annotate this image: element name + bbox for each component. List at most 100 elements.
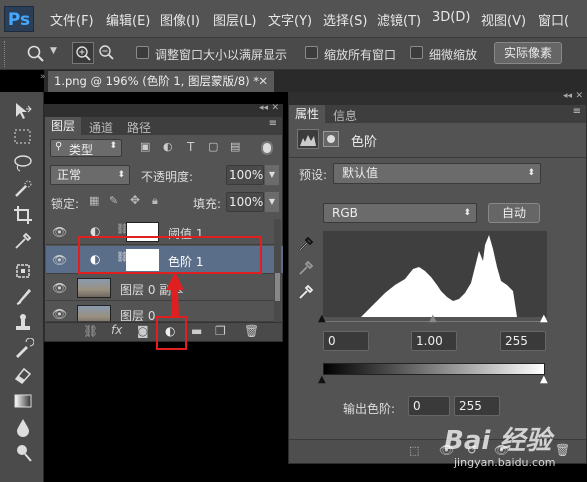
input-black-field[interactable]: 0 — [323, 331, 369, 351]
zoom-out-icon — [99, 45, 114, 60]
brush-tool-icon[interactable] — [12, 286, 34, 308]
panel-close-icon[interactable]: ✕ — [575, 91, 583, 101]
tab-channels[interactable]: 通道 — [89, 119, 113, 136]
healing-brush-tool-icon[interactable] — [12, 260, 34, 282]
menu-type[interactable]: 文字(Y) — [268, 10, 312, 29]
menu-filter[interactable]: 滤镜(T) — [377, 10, 421, 29]
opacity-input[interactable]: 100% — [226, 165, 264, 185]
fill-input[interactable]: 100% — [226, 192, 264, 212]
input-white-field[interactable]: 255 — [500, 331, 546, 351]
levels-adjustment-icon[interactable] — [297, 129, 319, 149]
quick-selection-tool-icon[interactable] — [12, 178, 34, 200]
lock-image-icon[interactable]: ✎ — [109, 194, 118, 207]
filter-pixel-icon[interactable]: ▣ — [140, 140, 150, 153]
zoom-tool-icon[interactable] — [26, 44, 46, 64]
output-black-slider-icon[interactable]: ▲ — [318, 374, 326, 385]
auto-button[interactable]: 自动 — [488, 203, 540, 223]
visibility-eye-icon[interactable]: 👁︎ — [52, 281, 67, 295]
scrollbar-thumb[interactable] — [275, 273, 280, 301]
preset-select[interactable]: 默认值 ⬍ — [333, 163, 541, 184]
visibility-eye-icon[interactable]: 👁︎ — [52, 225, 67, 239]
gray-point-eyedropper-icon[interactable] — [297, 259, 315, 277]
clone-stamp-tool-icon[interactable] — [12, 312, 34, 334]
layer-filter-select[interactable]: ⚲ 类型 ⬍ — [50, 139, 122, 157]
lock-all-icon[interactable]: 🔒︎ — [152, 194, 158, 208]
zoom-out-button[interactable] — [96, 42, 118, 64]
output-black-field[interactable]: 0 — [408, 396, 450, 416]
reset-icon[interactable]: ↺ — [467, 443, 477, 457]
tab-layers[interactable]: 图层 — [45, 117, 81, 135]
actual-pixels-button[interactable]: 实际像素 — [494, 42, 562, 64]
input-black-slider-icon[interactable]: ▲ — [318, 313, 326, 324]
zoom-in-button[interactable] — [72, 42, 94, 64]
layer-thumbnail — [77, 305, 111, 321]
dodge-tool-icon[interactable] — [12, 442, 34, 464]
filter-smart-object-icon[interactable]: ▤ — [230, 140, 240, 153]
fill-dropdown-icon[interactable]: ▼ — [265, 192, 279, 212]
input-white-slider-icon[interactable]: ▲ — [540, 313, 548, 324]
document-tab[interactable]: 1.png @ 196% (色阶 1, 图层蒙版/8) * ✕ — [48, 71, 274, 92]
scrubby-zoom-checkbox[interactable] — [410, 46, 423, 59]
visibility-eye-icon[interactable]: 👁︎ — [52, 253, 67, 267]
blend-mode-select[interactable]: 正常 ⬍ — [50, 165, 130, 185]
menu-select[interactable]: 选择(S) — [323, 10, 367, 29]
filter-toggle[interactable] — [261, 141, 273, 155]
tab-properties[interactable]: 属性 — [289, 105, 325, 123]
menu-3d[interactable]: 3D(D) — [432, 10, 470, 25]
panel-collapse-icon[interactable]: ◂◂ — [259, 103, 268, 113]
menu-edit[interactable]: 编辑(E) — [106, 10, 150, 29]
delete-layer-icon[interactable]: 🗑︎ — [244, 324, 259, 338]
visibility-eye-icon[interactable]: 👁︎ — [52, 307, 67, 321]
panel-close-icon[interactable]: ✕ — [271, 103, 279, 113]
menu-layer[interactable]: 图层(L) — [213, 10, 256, 29]
fit-window-checkbox[interactable] — [136, 46, 149, 59]
menu-window[interactable]: 窗口( — [538, 10, 569, 29]
new-layer-icon[interactable]: ❐ — [215, 324, 226, 338]
layer-style-icon[interactable]: fx — [111, 323, 122, 337]
crop-tool-icon[interactable] — [12, 204, 34, 226]
eyedropper-tool-icon[interactable] — [12, 230, 34, 252]
output-white-slider-icon[interactable]: ▲ — [540, 374, 548, 385]
lasso-tool-icon[interactable] — [12, 152, 34, 174]
lock-transparent-icon[interactable]: ▦ — [89, 194, 99, 207]
output-white-field[interactable]: 255 — [454, 396, 500, 416]
move-tool-icon[interactable] — [12, 100, 34, 122]
output-levels-label: 输出色阶: — [343, 402, 396, 416]
collapse-toolbar-icon[interactable]: » — [40, 72, 46, 82]
filter-adjustment-icon[interactable]: ◐ — [163, 140, 173, 153]
tool-preset-chevron-icon[interactable]: ▼ — [50, 46, 57, 56]
panel-menu-icon[interactable]: ≡ — [573, 106, 581, 117]
channel-select[interactable]: RGB ⬍ — [323, 203, 477, 223]
mask-icon[interactable] — [323, 131, 339, 147]
view-previous-icon[interactable]: 👁︎ — [439, 443, 454, 457]
link-layers-icon[interactable]: ⛓︎ — [83, 324, 98, 338]
zoom-all-checkbox[interactable] — [305, 46, 318, 59]
menu-image[interactable]: 图像(I) — [160, 10, 200, 29]
opacity-dropdown-icon[interactable]: ▼ — [265, 165, 279, 185]
eraser-tool-icon[interactable] — [12, 364, 34, 386]
input-gamma-field[interactable]: 1.00 — [411, 331, 457, 351]
tab-info[interactable]: 信息 — [333, 107, 357, 124]
blur-tool-icon[interactable] — [12, 416, 34, 438]
tab-paths[interactable]: 路径 — [127, 119, 151, 136]
clip-to-layer-icon[interactable]: ⬚ — [409, 444, 419, 457]
new-group-icon[interactable]: ▬ — [191, 324, 202, 338]
delete-adjustment-icon[interactable]: 🗑︎ — [555, 443, 570, 457]
layers-scrollbar[interactable] — [274, 219, 281, 323]
filter-type-icon[interactable]: T — [187, 140, 194, 154]
input-gamma-slider-icon[interactable]: ▲ — [429, 313, 437, 324]
close-tab-icon[interactable]: ✕ — [258, 71, 268, 92]
lock-position-icon[interactable]: ✥ — [130, 193, 140, 207]
toggle-visibility-icon[interactable]: 👁︎ — [494, 443, 509, 457]
gradient-tool-icon[interactable] — [12, 390, 34, 412]
filter-shape-icon[interactable]: ▢ — [208, 140, 218, 153]
history-brush-tool-icon[interactable] — [12, 338, 34, 360]
marquee-tool-icon[interactable] — [12, 126, 34, 148]
panel-menu-icon[interactable]: ≡ — [269, 118, 277, 129]
menu-file[interactable]: 文件(F) — [50, 10, 94, 29]
panel-collapse-icon[interactable]: ◂◂ — [563, 91, 572, 101]
white-point-eyedropper-icon[interactable] — [297, 283, 315, 301]
add-mask-icon[interactable]: ◙ — [137, 324, 149, 338]
menu-view[interactable]: 视图(V) — [481, 10, 526, 29]
black-point-eyedropper-icon[interactable] — [297, 235, 315, 253]
